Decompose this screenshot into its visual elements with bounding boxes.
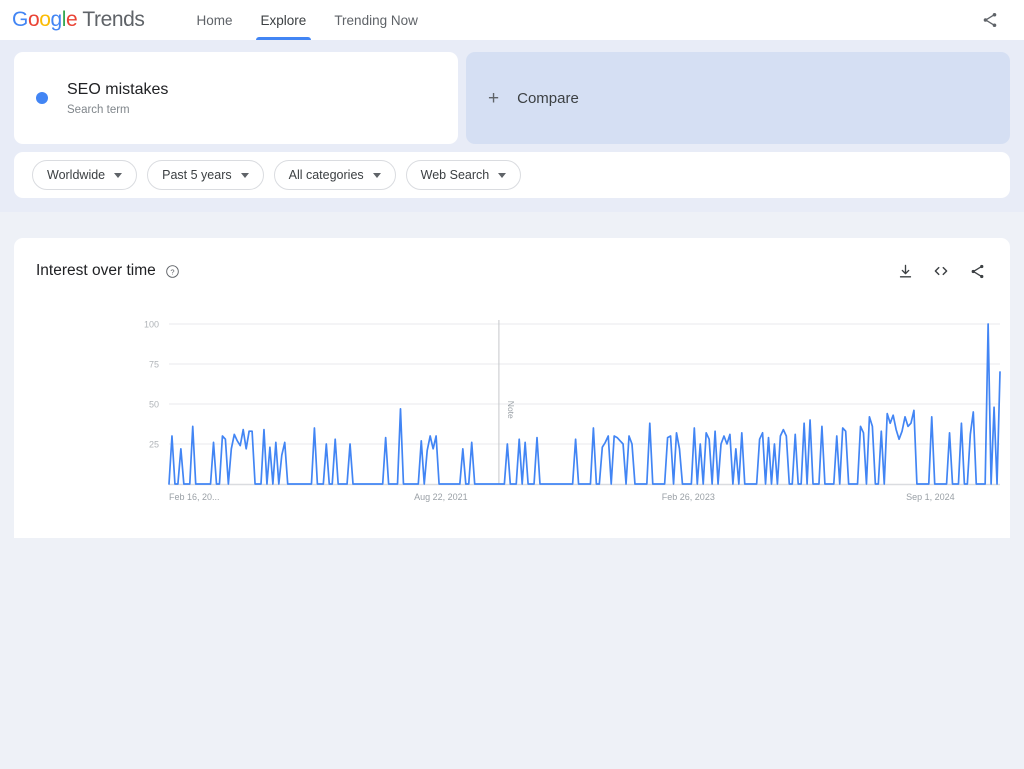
search-term-texts: SEO mistakes Search term <box>67 80 168 117</box>
trends-line-chart[interactable]: 25 50 75 100 Note Feb 16, 20... Aug 22, 2021 Fe… <box>14 316 1010 516</box>
nav-trending-now[interactable]: Trending Now <box>320 0 432 40</box>
compare-label: Compare <box>517 89 579 107</box>
share-button[interactable] <box>976 6 1004 34</box>
filter-search-type[interactable]: Web Search <box>405 160 522 190</box>
search-term-subtitle: Search term <box>67 103 130 116</box>
chart-actions <box>894 260 988 282</box>
plus-icon: + <box>488 87 500 109</box>
download-csv-button[interactable] <box>894 260 916 282</box>
y-axis-tick-label: 75 <box>149 360 159 370</box>
y-axis-tick-label: 50 <box>149 400 159 410</box>
nav-explore[interactable]: Explore <box>247 0 321 40</box>
interest-over-time-plot[interactable]: 25 50 75 100 Note Feb 16, 20... Aug 22, 2021 Fe… <box>14 316 1010 526</box>
filter-category-label: All categories <box>288 168 364 182</box>
nav-home[interactable]: Home <box>183 0 247 40</box>
primary-nav: Home Explore Trending Now <box>183 0 432 40</box>
nav-home-label: Home <box>196 12 233 28</box>
share-icon <box>983 12 997 28</box>
compare-card[interactable]: + Compare <box>466 52 1010 144</box>
x-axis-tick-label: Sep 1, 2024 <box>906 492 955 502</box>
chart-section: Interest over time ? 25 50 75 100 Note F… <box>0 212 1024 769</box>
x-axis-tick-label: Feb 26, 2023 <box>662 492 715 502</box>
filter-search-type-label: Web Search <box>420 168 490 182</box>
nav-trending-now-label: Trending Now <box>334 12 418 28</box>
chevron-down-icon <box>372 172 381 178</box>
interest-over-time-card: Interest over time ? 25 50 75 100 Note F… <box>14 238 1010 538</box>
query-section: SEO mistakes Search term + Compare World… <box>0 40 1024 212</box>
chevron-down-icon <box>240 172 249 178</box>
share-chart-button[interactable] <box>966 260 988 282</box>
search-term-card[interactable]: SEO mistakes Search term <box>14 52 458 144</box>
search-terms-row: SEO mistakes Search term + Compare <box>0 52 1024 144</box>
series-color-dot <box>36 92 48 104</box>
search-term-title: SEO mistakes <box>67 80 169 98</box>
nav-explore-label: Explore <box>260 12 307 28</box>
filter-category[interactable]: All categories <box>273 160 396 190</box>
y-axis-tick-label: 100 <box>144 320 159 330</box>
topbar-actions <box>976 6 1010 34</box>
share-icon <box>971 264 983 278</box>
filter-location-label: Worldwide <box>47 168 106 182</box>
x-axis-tick-label: Aug 22, 2021 <box>414 492 468 502</box>
annotation-label: Note <box>506 401 516 419</box>
code-icon <box>934 266 948 276</box>
filter-location[interactable]: Worldwide <box>32 160 138 190</box>
filter-time-range[interactable]: Past 5 years <box>147 160 264 190</box>
chart-header: Interest over time ? <box>36 260 988 282</box>
download-icon <box>899 264 911 277</box>
help-circle-icon[interactable]: ? <box>165 264 180 279</box>
trends-wordmark: Trends <box>82 8 145 31</box>
google-wordmark: Google <box>12 8 78 31</box>
embed-code-button[interactable] <box>930 260 952 282</box>
top-navigation-bar: Google Trends Home Explore Trending Now <box>0 0 1024 40</box>
svg-text:?: ? <box>170 267 174 276</box>
google-trends-logo[interactable]: Google Trends <box>12 8 145 32</box>
chart-title: Interest over time <box>36 262 156 279</box>
filter-bar: Worldwide Past 5 years All categories We… <box>14 152 1010 198</box>
filter-time-range-label: Past 5 years <box>162 168 232 182</box>
x-axis-tick-label: Feb 16, 20... <box>169 492 220 502</box>
y-axis-tick-label: 25 <box>149 440 159 450</box>
chevron-down-icon <box>114 172 123 178</box>
chevron-down-icon <box>498 172 507 178</box>
